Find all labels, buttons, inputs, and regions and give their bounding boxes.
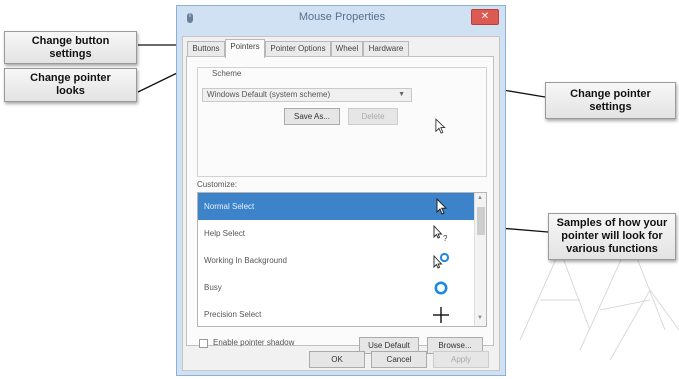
- pointers-tab-panel: Scheme Windows Default (system scheme) ▼…: [186, 56, 494, 354]
- scheme-preview-arrow-pointer-icon: [435, 118, 446, 134]
- enable-shadow-checkbox[interactable]: [199, 339, 208, 348]
- scheme-select[interactable]: Windows Default (system scheme) ▼: [202, 88, 412, 102]
- list-item[interactable]: Precision Select: [198, 301, 474, 326]
- list-item-label: Help Select: [204, 229, 245, 238]
- tab-pointer-options[interactable]: Pointer Options: [265, 41, 331, 57]
- tab-buttons[interactable]: Buttons: [187, 41, 225, 57]
- scroll-down-arrow-icon[interactable]: ▼: [477, 315, 483, 321]
- help-pointer-icon: ?: [433, 225, 448, 243]
- mouse-properties-dialog: Mouse Properties ✕ Buttons Pointers Poin…: [176, 5, 506, 376]
- callout-change-button-settings: Change button settings: [4, 31, 137, 64]
- apply-button[interactable]: Apply: [433, 351, 489, 368]
- list-item[interactable]: Normal Select: [198, 193, 474, 220]
- working-pointer-icon: [433, 252, 450, 269]
- tab-hardware[interactable]: Hardware: [363, 41, 409, 57]
- cancel-button[interactable]: Cancel: [371, 351, 427, 368]
- callout-pointer-samples: Samples of how your pointer will look fo…: [548, 213, 676, 260]
- list-item[interactable]: Busy: [198, 274, 474, 301]
- list-item[interactable]: Help Select ?: [198, 220, 474, 247]
- mouse-icon: [187, 13, 193, 23]
- chevron-down-icon: ▼: [398, 91, 405, 98]
- customize-label: Customize:: [197, 180, 238, 189]
- busy-pointer-icon: [434, 281, 448, 295]
- scheme-select-value: Windows Default (system scheme): [207, 90, 331, 99]
- list-item-label: Normal Select: [204, 202, 255, 211]
- titlebar[interactable]: Mouse Properties ✕: [177, 6, 505, 30]
- callout-change-pointer-settings: Change pointer settings: [545, 82, 676, 119]
- list-item-label: Precision Select: [204, 310, 262, 319]
- dialog-title: Mouse Properties: [298, 11, 386, 23]
- dialog-client-area: Buttons Pointers Pointer Options Wheel H…: [182, 36, 500, 371]
- list-item-label: Busy: [204, 283, 222, 292]
- list-item[interactable]: Working In Background: [198, 247, 474, 274]
- scheme-group: Scheme Windows Default (system scheme) ▼…: [197, 67, 487, 177]
- arrow-pointer-icon: [436, 198, 448, 215]
- pointer-list[interactable]: Normal Select Help Select ? Working In B…: [197, 192, 487, 327]
- enable-shadow-label: Enable pointer shadow: [213, 338, 295, 347]
- delete-button[interactable]: Delete: [348, 108, 398, 125]
- list-item-label: Working In Background: [204, 256, 288, 265]
- crosshair-pointer-icon: [433, 307, 449, 323]
- scheme-label: Scheme: [212, 69, 242, 78]
- ok-button[interactable]: OK: [309, 351, 365, 368]
- list-scrollbar[interactable]: ▲ ▼: [474, 193, 486, 326]
- callout-change-pointer-looks: Change pointer looks: [4, 68, 137, 102]
- save-as-button[interactable]: Save As...: [284, 108, 340, 125]
- tab-pointers[interactable]: Pointers: [225, 39, 265, 58]
- scroll-thumb[interactable]: [477, 207, 485, 235]
- svg-text:?: ?: [443, 234, 448, 243]
- scroll-up-arrow-icon[interactable]: ▲: [477, 195, 483, 201]
- tab-wheel[interactable]: Wheel: [331, 41, 363, 57]
- close-button[interactable]: ✕: [471, 9, 499, 25]
